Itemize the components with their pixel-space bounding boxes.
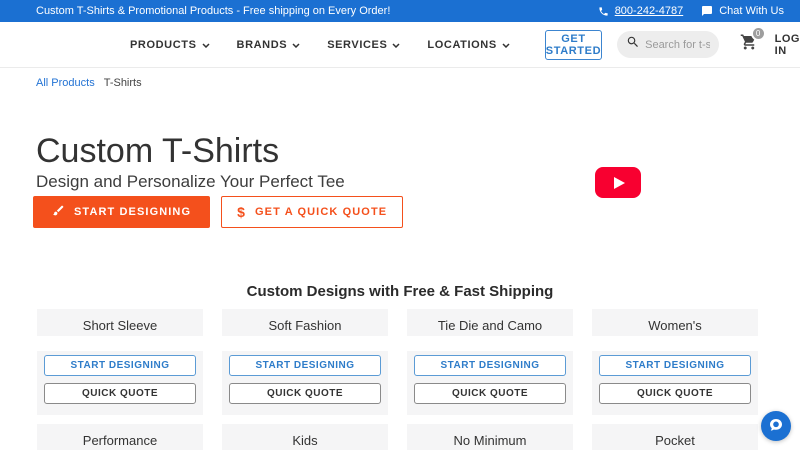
chat-with-us-link[interactable]: Chat With Us	[719, 5, 784, 17]
chat-icon	[701, 5, 713, 17]
card-title: Women's	[648, 318, 702, 333]
nav-item-label: PRODUCTS	[130, 38, 197, 51]
nav-item-label: LOCATIONS	[427, 38, 497, 51]
brush-icon	[52, 204, 65, 220]
login-button[interactable]: LOG IN	[775, 33, 800, 57]
cards-row-1: Short Sleeve START DESIGNING QUICK QUOTE…	[37, 309, 758, 415]
card-buttons: START DESIGNING QUICK QUOTE	[44, 355, 196, 404]
cards-row-2: Performance Kids No Minimum Pocket	[37, 424, 758, 450]
card-title: Soft Fashion	[268, 318, 342, 333]
main-nav: PRODUCTS BRANDS SERVICES LOCATIONS GET S…	[0, 22, 800, 68]
quick-quote-button[interactable]: $ GET A QUICK QUOTE	[221, 196, 404, 228]
topbar-links: 800-242-4787 Chat With Us	[598, 5, 784, 17]
nav-item-products[interactable]: PRODUCTS	[130, 39, 210, 51]
section-heading: Custom Designs with Free & Fast Shipping	[246, 283, 554, 300]
card-no-minimum: No Minimum	[407, 424, 573, 450]
card-image-strip	[592, 336, 758, 351]
topbar: Custom T-Shirts & Promotional Products -…	[0, 0, 800, 22]
get-started-button[interactable]: GET STARTED	[544, 29, 603, 60]
card-quick-quote-button[interactable]: QUICK QUOTE	[229, 383, 381, 404]
phone-link[interactable]: 800-242-4787	[615, 5, 684, 17]
card-soft-fashion: Soft Fashion START DESIGNING QUICK QUOTE	[222, 309, 388, 415]
page: Custom T-Shirts & Promotional Products -…	[0, 0, 800, 450]
card-buttons: START DESIGNING QUICK QUOTE	[229, 355, 381, 404]
card-start-designing-button[interactable]: START DESIGNING	[414, 355, 566, 376]
chevron-down-icon	[292, 39, 300, 51]
nav-item-brands[interactable]: BRANDS	[237, 39, 301, 51]
card-start-designing-button[interactable]: START DESIGNING	[44, 355, 196, 376]
search-input[interactable]	[645, 38, 710, 51]
card-quick-quote-button[interactable]: QUICK QUOTE	[414, 383, 566, 404]
phone-icon	[598, 6, 609, 17]
chevron-down-icon	[502, 39, 510, 51]
card-buttons: START DESIGNING QUICK QUOTE	[414, 355, 566, 404]
card-title: Tie Die and Camo	[437, 318, 543, 333]
card-title: Kids	[292, 433, 318, 448]
card-kids: Kids	[222, 424, 388, 450]
card-short-sleeve: Short Sleeve START DESIGNING QUICK QUOTE	[37, 309, 203, 415]
card-start-designing-button[interactable]: START DESIGNING	[229, 355, 381, 376]
search-icon	[626, 35, 640, 54]
page-title: Custom T-Shirts	[36, 132, 280, 170]
cart-button[interactable]: 0	[740, 26, 766, 56]
hero-buttons: START DESIGNING $ GET A QUICK QUOTE	[33, 196, 404, 228]
start-designing-button[interactable]: START DESIGNING	[33, 196, 211, 228]
card-title: Short Sleeve	[82, 318, 158, 333]
breadcrumb: All Products T-Shirts	[36, 77, 142, 89]
nav-item-services[interactable]: SERVICES	[327, 39, 400, 51]
video-play-button[interactable]	[595, 167, 641, 198]
search-bar[interactable]	[617, 31, 719, 58]
card-performance: Performance	[37, 424, 203, 450]
start-designing-label: START DESIGNING	[74, 206, 192, 218]
card-start-designing-button[interactable]: START DESIGNING	[599, 355, 751, 376]
quick-quote-label: GET A QUICK QUOTE	[255, 206, 388, 218]
card-title: No Minimum	[453, 433, 527, 448]
chat-fab-button[interactable]	[761, 411, 791, 441]
breadcrumb-all-products[interactable]: All Products	[36, 77, 95, 89]
card-image-strip	[222, 336, 388, 351]
card-womens: Women's START DESIGNING QUICK QUOTE	[592, 309, 758, 415]
card-title: Performance	[82, 433, 158, 448]
card-quick-quote-button[interactable]: QUICK QUOTE	[599, 383, 751, 404]
nav-item-label: BRANDS	[236, 38, 288, 51]
chevron-down-icon	[202, 39, 210, 51]
cart-count-badge: 0	[750, 26, 766, 41]
card-pocket: Pocket	[592, 424, 758, 450]
card-image-strip	[407, 336, 573, 351]
card-title: Pocket	[655, 433, 695, 448]
card-tie-die-and-camo: Tie Die and Camo START DESIGNING QUICK Q…	[407, 309, 573, 415]
nav-item-label: SERVICES	[327, 38, 388, 51]
card-buttons: START DESIGNING QUICK QUOTE	[599, 355, 751, 404]
chevron-down-icon	[392, 39, 400, 51]
play-icon	[614, 176, 625, 189]
card-quick-quote-button[interactable]: QUICK QUOTE	[44, 383, 196, 404]
breadcrumb-current: T-Shirts	[103, 77, 142, 89]
chat-bubble-icon	[768, 417, 784, 436]
hero-subtitle: Design and Personalize Your Perfect Tee	[36, 172, 345, 191]
card-image-strip	[37, 336, 203, 351]
dollar-icon: $	[237, 204, 247, 220]
nav-item-locations[interactable]: LOCATIONS	[427, 38, 510, 51]
promo-text: Custom T-Shirts & Promotional Products -…	[36, 5, 391, 17]
